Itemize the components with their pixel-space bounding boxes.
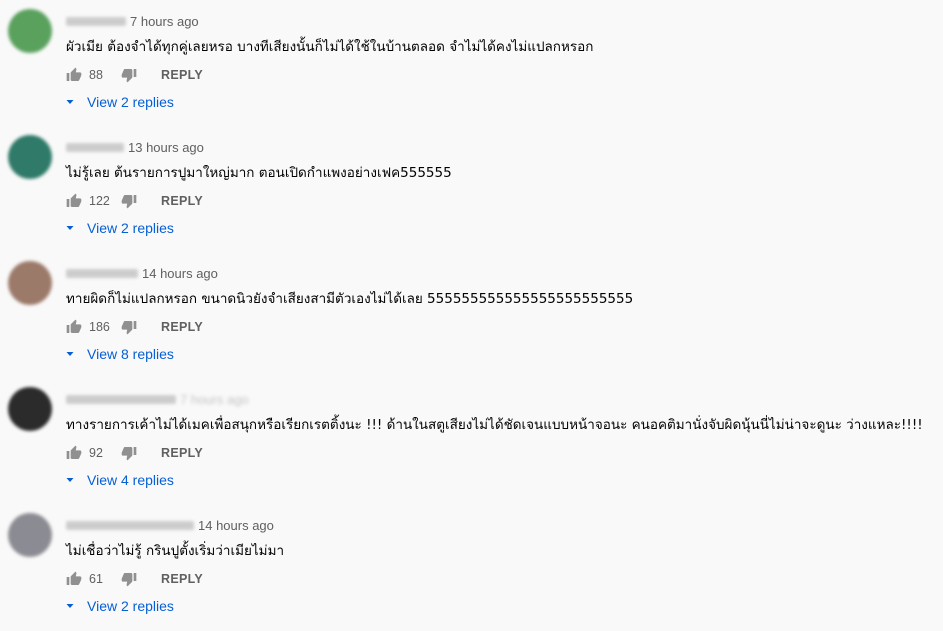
- comment-text: ผัวเมีย ต้องจำได้ทุกคู่เลยหรอ บางทีเสียง…: [66, 39, 594, 55]
- thumbs-up-icon[interactable]: [66, 319, 82, 335]
- view-replies-button[interactable]: View 2 replies: [64, 92, 174, 112]
- comment-text: ไม่เชื่อว่าไม่รู้ กรินปูตั้งเริ่มว่าเมีย…: [66, 543, 285, 559]
- thumbs-down-icon[interactable]: [121, 193, 137, 209]
- reply-button[interactable]: REPLY: [161, 572, 203, 586]
- view-replies-label: View 2 replies: [87, 94, 174, 110]
- comment-thread: 7 hours ago ทางรายการเค้าไม่ได้เมคเพื่อส…: [0, 378, 943, 504]
- comment-header: 7 hours ago: [66, 391, 249, 407]
- thumbs-down-icon[interactable]: [121, 571, 137, 587]
- comment-timestamp[interactable]: 14 hours ago: [142, 266, 218, 281]
- reply-button[interactable]: REPLY: [161, 194, 203, 208]
- comment-timestamp[interactable]: 14 hours ago: [198, 518, 274, 533]
- comment-thread: 14 hours ago ทายผิดก็ไม่แปลกหรอก ขนาดนิว…: [0, 252, 943, 378]
- caret-down-icon: [64, 600, 76, 612]
- comment-header: 13 hours ago: [66, 139, 204, 155]
- like-count: 88: [89, 68, 103, 82]
- caret-down-icon: [64, 474, 76, 486]
- thumbs-up-icon[interactable]: [66, 193, 82, 209]
- reply-button[interactable]: REPLY: [161, 68, 203, 82]
- avatar[interactable]: [8, 513, 52, 557]
- comment-actions: 186 REPLY: [66, 318, 203, 336]
- comment-thread: 13 hours ago ไม่รู้เลย ต้นรายการปูมาใหญ่…: [0, 126, 943, 252]
- like-count: 122: [89, 194, 110, 208]
- thumbs-up-icon[interactable]: [66, 571, 82, 587]
- thumbs-up-icon[interactable]: [66, 67, 82, 83]
- comment-actions: 92 REPLY: [66, 444, 203, 462]
- view-replies-button[interactable]: View 8 replies: [64, 344, 174, 364]
- thumbs-up-icon[interactable]: [66, 445, 82, 461]
- avatar[interactable]: [8, 9, 52, 53]
- view-replies-button[interactable]: View 4 replies: [64, 470, 174, 490]
- comment-thread: 14 hours ago ไม่เชื่อว่าไม่รู้ กรินปูตั้…: [0, 504, 943, 630]
- caret-down-icon: [64, 348, 76, 360]
- thumbs-down-icon[interactable]: [121, 319, 137, 335]
- like-count: 186: [89, 320, 110, 334]
- view-replies-label: View 2 replies: [87, 220, 174, 236]
- author-name[interactable]: [66, 520, 194, 530]
- caret-down-icon: [64, 222, 76, 234]
- view-replies-label: View 2 replies: [87, 598, 174, 614]
- thumbs-down-icon[interactable]: [121, 67, 137, 83]
- thumbs-down-icon[interactable]: [121, 445, 137, 461]
- comment-header: 7 hours ago: [66, 13, 199, 29]
- comment-actions: 61 REPLY: [66, 570, 203, 588]
- comment-actions: 122 REPLY: [66, 192, 203, 210]
- view-replies-label: View 4 replies: [87, 472, 174, 488]
- like-count: 61: [89, 572, 103, 586]
- avatar[interactable]: [8, 135, 52, 179]
- view-replies-button[interactable]: View 2 replies: [64, 218, 174, 238]
- comment-actions: 88 REPLY: [66, 66, 203, 84]
- author-name[interactable]: [66, 394, 176, 404]
- author-name[interactable]: [66, 142, 124, 152]
- comment-thread: 7 hours ago ผัวเมีย ต้องจำได้ทุกคู่เลยหร…: [0, 0, 943, 126]
- author-name[interactable]: [66, 268, 138, 278]
- author-name[interactable]: [66, 16, 126, 26]
- comment-text: ทายผิดก็ไม่แปลกหรอก ขนาดนิวยังจำเสียงสาม…: [66, 291, 634, 307]
- caret-down-icon: [64, 96, 76, 108]
- comment-text: ไม่รู้เลย ต้นรายการปูมาใหญ่มาก ตอนเปิดกำ…: [66, 165, 452, 181]
- comment-text: ทางรายการเค้าไม่ได้เมคเพื่อสนุกหรือเรียก…: [66, 417, 923, 433]
- comment-timestamp[interactable]: 7 hours ago: [130, 14, 199, 29]
- comment-timestamp[interactable]: 13 hours ago: [128, 140, 204, 155]
- comment-header: 14 hours ago: [66, 265, 218, 281]
- reply-button[interactable]: REPLY: [161, 320, 203, 334]
- reply-button[interactable]: REPLY: [161, 446, 203, 460]
- avatar[interactable]: [8, 387, 52, 431]
- view-replies-label: View 8 replies: [87, 346, 174, 362]
- like-count: 92: [89, 446, 103, 460]
- comment-header: 14 hours ago: [66, 517, 274, 533]
- comment-timestamp[interactable]: 7 hours ago: [180, 392, 249, 407]
- avatar[interactable]: [8, 261, 52, 305]
- view-replies-button[interactable]: View 2 replies: [64, 596, 174, 616]
